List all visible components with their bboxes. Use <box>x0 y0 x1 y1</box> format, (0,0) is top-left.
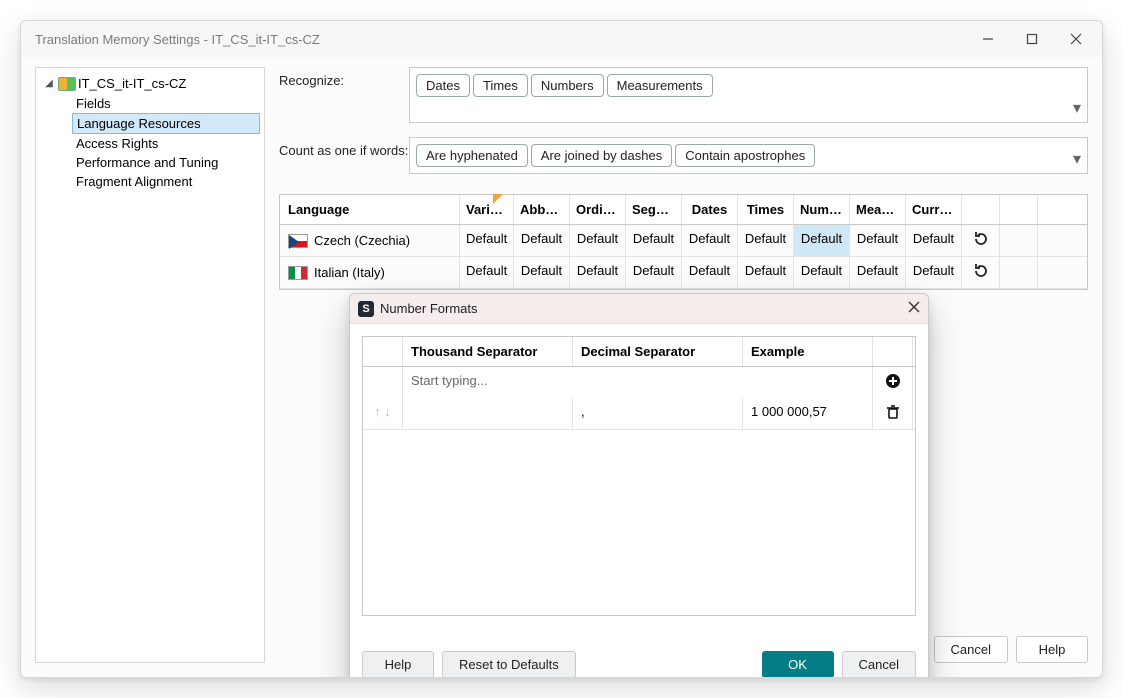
chip-numbers[interactable]: Numbers <box>531 74 604 97</box>
language-grid: LanguageVariabl...Abbrev...Ordinal...Seg… <box>279 194 1088 290</box>
grid-cell[interactable]: Default <box>738 257 794 288</box>
col-ordinal[interactable]: Ordinal... <box>570 195 626 224</box>
grid-cell[interactable]: Default <box>460 225 514 256</box>
grid-cell[interactable]: Default <box>850 257 906 288</box>
number-format-grid: Thousand Separator Decimal Separator Exa… <box>362 336 916 616</box>
chip-are-joined-by-dashes[interactable]: Are joined by dashes <box>531 144 672 167</box>
col-variabl[interactable]: Variabl... <box>460 195 514 224</box>
grid-cell[interactable]: Default <box>738 225 794 256</box>
cancel-button[interactable]: Cancel <box>842 651 916 678</box>
titlebar: Translation Memory Settings - IT_CS_it-I… <box>21 21 1102 57</box>
count-as-one-label: Count as one if words: <box>279 137 409 158</box>
format-row[interactable]: ↑ ↓,1 000 000,57 <box>363 398 915 430</box>
col-abbrev[interactable]: Abbrev... <box>514 195 570 224</box>
settings-tree: ◢ IT_CS_it-IT_cs-CZ FieldsLanguage Resou… <box>35 67 265 663</box>
grid-cell[interactable]: Default <box>570 225 626 256</box>
language-row[interactable]: Italian (Italy)DefaultDefaultDefaultDefa… <box>280 257 1087 289</box>
edited-indicator-icon <box>493 194 503 204</box>
tree-root-node[interactable]: ◢ IT_CS_it-IT_cs-CZ <box>40 74 260 93</box>
app-icon: S <box>358 301 374 317</box>
grid-cell[interactable]: Default <box>906 225 962 256</box>
close-icon[interactable] <box>908 301 920 316</box>
col-times[interactable]: Times <box>738 195 794 224</box>
collapse-caret-icon[interactable]: ◢ <box>44 78 54 89</box>
tm-icon <box>58 77 74 91</box>
chip-are-hyphenated[interactable]: Are hyphenated <box>416 144 528 167</box>
col-thousand: Thousand Separator <box>403 337 573 366</box>
dropdown-icon[interactable]: ▾ <box>1073 149 1081 169</box>
close-button[interactable] <box>1054 24 1098 54</box>
new-row-input[interactable]: Start typing... <box>403 367 873 398</box>
help-button[interactable]: Help <box>1016 636 1088 663</box>
tree-item-fields[interactable]: Fields <box>72 94 260 113</box>
grid-cell[interactable]: Default <box>794 225 850 256</box>
chip-times[interactable]: Times <box>473 74 528 97</box>
grid-cell[interactable]: Default <box>460 257 514 288</box>
ok-button[interactable]: OK <box>762 651 834 678</box>
recognize-label: Recognize: <box>279 67 409 88</box>
minimize-button[interactable] <box>966 24 1010 54</box>
reset-defaults-button[interactable]: Reset to Defaults <box>442 651 576 678</box>
grid-cell[interactable]: Default <box>682 225 738 256</box>
dialog-title: Number Formats <box>380 301 478 316</box>
dropdown-icon[interactable]: ▾ <box>1073 98 1081 118</box>
help-button[interactable]: Help <box>362 651 434 678</box>
grid-cell[interactable]: Default <box>906 257 962 288</box>
add-row-button[interactable] <box>873 367 913 398</box>
maximize-button[interactable] <box>1010 24 1054 54</box>
tree-item-fragment-alignment[interactable]: Fragment Alignment <box>72 172 260 191</box>
flag-icon <box>288 234 308 248</box>
count-as-one-box[interactable]: Are hyphenatedAre joined by dashesContai… <box>409 137 1088 174</box>
tree-item-language-resources[interactable]: Language Resources <box>72 113 260 134</box>
col-currency[interactable]: Currency <box>906 195 962 224</box>
chip-measurements[interactable]: Measurements <box>607 74 713 97</box>
flag-icon <box>288 266 308 280</box>
reorder-handle[interactable]: ↑ ↓ <box>363 398 403 429</box>
language-row[interactable]: Czech (Czechia)DefaultDefaultDefaultDefa… <box>280 225 1087 257</box>
grid-cell[interactable]: Default <box>794 257 850 288</box>
grid-cell[interactable]: Default <box>682 257 738 288</box>
grid-cell[interactable]: Default <box>514 257 570 288</box>
example-cell: 1 000 000,57 <box>743 398 873 429</box>
col-segme[interactable]: Segme... <box>626 195 682 224</box>
cancel-button[interactable]: Cancel <box>934 636 1008 663</box>
grid-cell[interactable]: Default <box>850 225 906 256</box>
chip-contain-apostrophes[interactable]: Contain apostrophes <box>675 144 815 167</box>
col-decimal: Decimal Separator <box>573 337 743 366</box>
col-language[interactable]: Language <box>280 195 460 224</box>
tree-root-label: IT_CS_it-IT_cs-CZ <box>78 76 186 91</box>
col-dates[interactable]: Dates <box>682 195 738 224</box>
revert-button[interactable] <box>962 257 1000 288</box>
revert-button[interactable] <box>962 225 1000 256</box>
col-numbers[interactable]: Numbers <box>794 195 850 224</box>
tree-item-access-rights[interactable]: Access Rights <box>72 134 260 153</box>
recognize-box[interactable]: DatesTimesNumbersMeasurements ▾ <box>409 67 1088 123</box>
grid-cell[interactable]: Default <box>570 257 626 288</box>
col-example: Example <box>743 337 873 366</box>
decimal-cell[interactable]: , <box>573 398 743 429</box>
tree-item-performance-and-tuning[interactable]: Performance and Tuning <box>72 153 260 172</box>
main-window: Translation Memory Settings - IT_CS_it-I… <box>20 20 1103 678</box>
window-title: Translation Memory Settings - IT_CS_it-I… <box>35 32 966 47</box>
thousand-cell[interactable] <box>403 398 573 429</box>
number-formats-dialog: S Number Formats Thousand Separator Deci… <box>349 293 929 678</box>
col-measur[interactable]: Measur... <box>850 195 906 224</box>
chip-dates[interactable]: Dates <box>416 74 470 97</box>
grid-cell[interactable]: Default <box>626 257 682 288</box>
delete-row-button[interactable] <box>873 398 913 429</box>
grid-cell[interactable]: Default <box>626 225 682 256</box>
grid-cell[interactable]: Default <box>514 225 570 256</box>
